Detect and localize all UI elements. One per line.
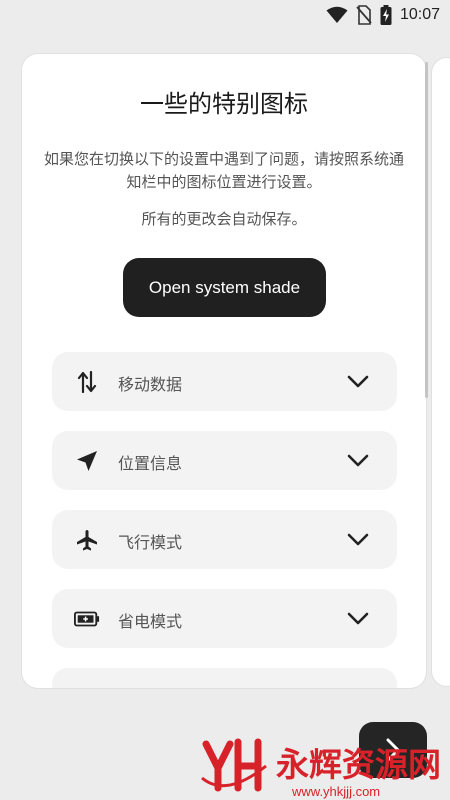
yh-logo-icon — [201, 738, 267, 792]
list-item-battery-saver[interactable]: 省电模式 — [52, 589, 397, 648]
item-label: 飞行模式 — [118, 533, 183, 552]
status-bar: 10:07 — [0, 0, 450, 30]
watermark-brand: 永辉资源网 — [276, 745, 441, 784]
airplane-icon — [74, 527, 100, 553]
settings-list: 移动数据 位置信息 飞行模式 省电模式 — [52, 352, 397, 688]
chevron-down-icon[interactable] — [347, 528, 369, 550]
item-label: 位置信息 — [118, 454, 183, 473]
status-icons: 10:07 — [326, 5, 440, 25]
card-title: 一些的特别图标 — [140, 90, 308, 118]
item-label: 省电模式 — [118, 612, 183, 631]
mobile-data-icon — [74, 369, 100, 395]
autosave-note: 所有的更改会自动保存。 — [141, 210, 307, 228]
list-item-location[interactable]: 位置信息 — [52, 431, 397, 490]
list-item-mobile-data[interactable]: 移动数据 — [52, 352, 397, 411]
status-time: 10:07 — [399, 6, 440, 23]
list-item-partial[interactable] — [52, 668, 397, 688]
chevron-down-icon[interactable] — [347, 370, 369, 392]
battery-saver-icon — [74, 606, 100, 632]
open-system-shade-button[interactable]: Open system shade — [123, 258, 326, 317]
wifi-icon — [326, 6, 348, 23]
special-icons-card: 一些的特别图标 如果您在切换以下的设置中遇到了问题，请按照系统通知栏中的图标位置… — [22, 54, 426, 688]
item-label: 移动数据 — [118, 375, 183, 394]
card-description: 如果您在切换以下的设置中遇到了问题，请按照系统通知栏中的图标位置进行设置。 — [44, 150, 405, 191]
no-sim-icon — [356, 5, 372, 25]
battery-charging-icon — [380, 5, 392, 25]
chevron-down-icon[interactable] — [347, 449, 369, 471]
watermark-logo: 永辉资源网 www.yhkjjj.com — [201, 738, 441, 799]
scrollbar[interactable] — [425, 62, 428, 398]
list-item-airplane-mode[interactable]: 飞行模式 — [52, 510, 397, 569]
watermark-url: www.yhkjjj.com — [291, 784, 380, 799]
location-icon — [74, 448, 100, 474]
chevron-down-icon[interactable] — [347, 607, 369, 629]
next-page-card[interactable] — [432, 58, 450, 686]
